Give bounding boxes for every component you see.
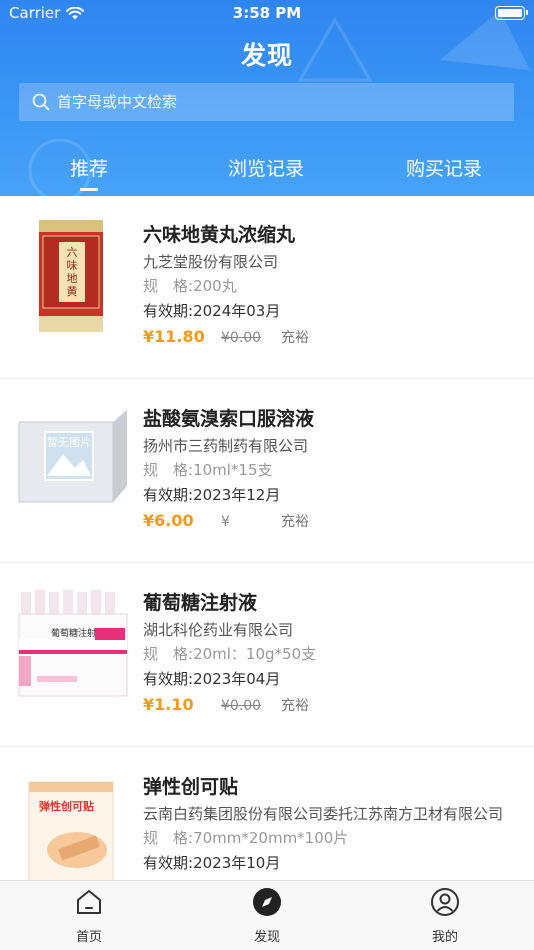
expiry-label: 有效期:	[143, 670, 194, 688]
product-old-price: ¥0.00	[221, 698, 262, 714]
tab-purchase-history[interactable]: 购买记录	[384, 154, 504, 181]
expiry-value: 2023年04月	[193, 670, 281, 688]
stock-status: 充裕	[281, 514, 309, 530]
spec-label: 规 格:	[143, 645, 194, 663]
price-row: ¥11.80 ¥0.00 充裕	[143, 325, 513, 349]
stock-status: 充裕	[281, 330, 309, 346]
product-info: 六味地黄丸浓缩丸 九芝堂股份有限公司 规 格:200丸 有效期:2024年03月…	[143, 222, 513, 349]
product-old-price: ¥	[221, 514, 230, 530]
spec-value: 200丸	[193, 277, 237, 295]
product-price: ¥6.00	[143, 511, 194, 530]
product-info: 弹性创可贴 云南白药集团股份有限公司委托江苏南方卫材有限公司 规 格:70mm*…	[143, 774, 513, 877]
search-icon	[32, 93, 50, 111]
product-expiry: 有效期:2023年12月	[143, 483, 513, 509]
tabbar-label: 首页	[75, 930, 102, 945]
product-info: 葡萄糖注射液 湖北科伦药业有限公司 规 格:20ml：10g*50支 有效期:2…	[143, 590, 513, 717]
svg-text:味: 味	[67, 259, 78, 272]
tabbar-label: 发现	[253, 930, 280, 945]
product-list[interactable]: 六 味 地 黄 六味地黄丸浓缩丸 九芝堂股份有限公司 规 格:200丸 有效期:…	[0, 196, 534, 880]
tab-label: 浏览记录	[227, 158, 304, 180]
home-icon	[77, 890, 101, 914]
spec-label: 规 格:	[143, 461, 194, 479]
product-spec: 规 格:10ml*15支	[143, 458, 513, 482]
product-spec: 规 格:20ml：10g*50支	[143, 642, 513, 666]
product-image-glucose: 葡萄糖注射液	[18, 590, 128, 697]
product-name: 弹性创可贴	[143, 776, 239, 798]
product-price: ¥11.80	[143, 327, 205, 346]
product-card[interactable]: 六 味 地 黄 六味地黄丸浓缩丸 九芝堂股份有限公司 规 格:200丸 有效期:…	[0, 196, 534, 379]
svg-text:六: 六	[67, 246, 78, 259]
tab-recommend[interactable]: 推荐	[29, 154, 149, 191]
spec-value: 10ml*15支	[193, 461, 273, 479]
product-spec: 规 格:200丸	[143, 274, 513, 298]
svg-text:黄: 黄	[67, 284, 78, 298]
expiry-value: 2023年10月	[193, 854, 281, 872]
product-manufacturer: 湖北科伦药业有限公司	[143, 621, 294, 639]
product-card[interactable]: 弹性创可贴 弹性创可贴 云南白药集团股份有限公司委托江苏南方卫材有限公司 规 格…	[0, 748, 534, 880]
expiry-label: 有效期:	[143, 302, 194, 320]
status-bar: Carrier 3:58 PM	[0, 0, 534, 30]
product-card[interactable]: 葡萄糖注射液 葡萄糖注射液 湖北科伦药业有限公司 规 格:20ml：10g*50…	[0, 564, 534, 747]
expiry-label: 有效期:	[143, 854, 194, 872]
spec-label: 规 格:	[143, 277, 194, 295]
product-expiry: 有效期:2023年10月	[143, 851, 513, 877]
bottom-tab-bar: 首页 发现 我的	[0, 880, 534, 950]
user-icon	[431, 888, 459, 916]
product-manufacturer: 云南白药集团股份有限公司委托江苏南方卫材有限公司	[143, 805, 504, 823]
product-price: ¥1.10	[143, 695, 194, 714]
compass-icon	[253, 888, 281, 916]
tab-bar: 推荐 浏览记录 购买记录	[0, 150, 534, 196]
tab-label: 推荐	[69, 158, 108, 180]
product-spec: 规 格:70mm*20mm*100片	[143, 826, 513, 850]
expiry-label: 有效期:	[143, 486, 194, 504]
expiry-value: 2023年12月	[193, 486, 281, 504]
price-row: ¥6.00 ¥ 充裕	[143, 509, 513, 533]
product-expiry: 有效期:2023年04月	[143, 667, 513, 693]
header: Carrier 3:58 PM 发现 推荐 浏览记录 购买记录	[0, 0, 534, 196]
product-old-price: ¥0.00	[221, 330, 262, 346]
product-manufacturer: 扬州市三药制药有限公司	[143, 437, 309, 455]
tabbar-label: 我的	[431, 930, 458, 945]
tab-active-indicator	[80, 188, 98, 191]
product-name: 盐酸氨溴索口服溶液	[143, 408, 315, 430]
tab-browse-history[interactable]: 浏览记录	[206, 154, 326, 181]
tabbar-discover[interactable]: 发现	[217, 887, 317, 945]
spec-label: 规 格:	[143, 829, 194, 847]
product-card[interactable]: 暂无图片 盐酸氨溴索口服溶液 扬州市三药制药有限公司 规 格:10ml*15支 …	[0, 380, 534, 563]
box-label: 弹性创可贴	[39, 799, 94, 813]
product-name: 葡萄糖注射液	[143, 592, 258, 614]
search-bar[interactable]	[19, 83, 514, 121]
stock-status: 充裕	[281, 698, 309, 714]
svg-text:地: 地	[67, 272, 78, 285]
product-name: 六味地黄丸浓缩丸	[143, 224, 296, 246]
tabbar-home[interactable]: 首页	[39, 887, 139, 945]
page-title: 发现	[240, 41, 293, 70]
search-input[interactable]	[57, 93, 487, 111]
no-image-placeholder: 暂无图片	[18, 410, 127, 503]
tab-label: 购买记录	[405, 158, 482, 180]
battery-icon	[495, 6, 528, 20]
price-row: ¥1.10 ¥0.00 充裕	[143, 693, 513, 717]
spec-value: 20ml：10g*50支	[193, 645, 317, 663]
product-image-liuwei: 六 味 地 黄	[39, 220, 103, 332]
expiry-value: 2024年03月	[193, 302, 281, 320]
product-info: 盐酸氨溴索口服溶液 扬州市三药制药有限公司 规 格:10ml*15支 有效期:2…	[143, 406, 513, 533]
tabbar-mine[interactable]: 我的	[395, 887, 495, 945]
product-manufacturer: 九芝堂股份有限公司	[143, 253, 279, 271]
clock: 3:58 PM	[232, 4, 302, 22]
product-image-bandage: 弹性创可贴	[28, 781, 114, 880]
spec-value: 70mm*20mm*100片	[193, 829, 349, 847]
product-expiry: 有效期:2024年03月	[143, 299, 513, 325]
placeholder-text: 暂无图片	[47, 436, 91, 449]
